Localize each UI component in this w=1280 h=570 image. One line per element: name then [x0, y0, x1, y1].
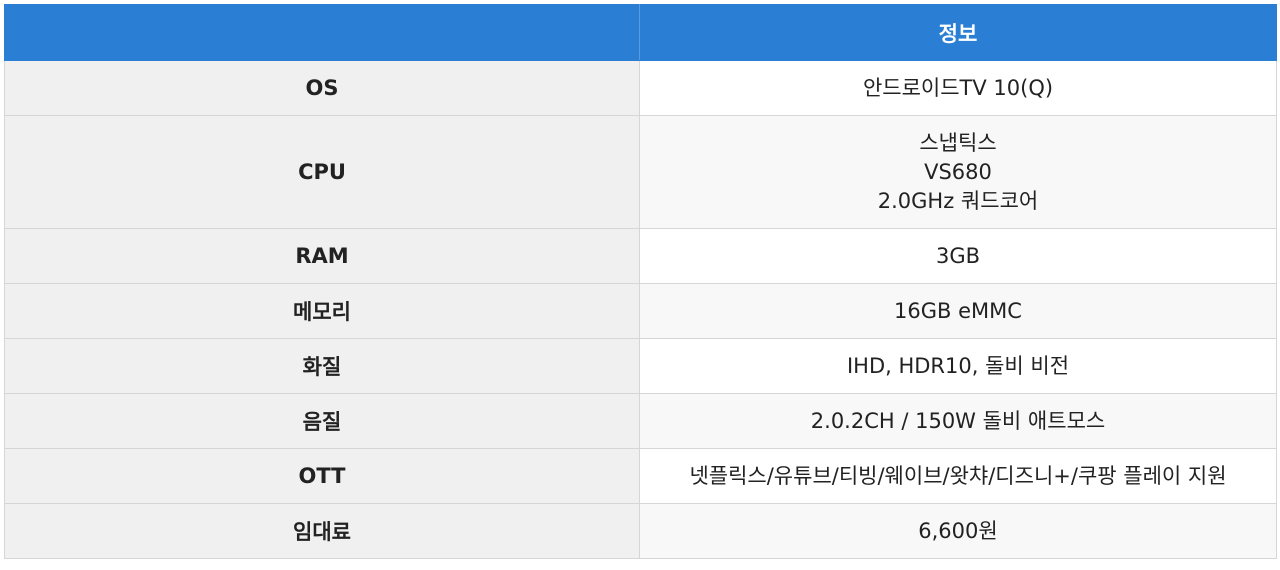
row-value: 스냅틱스 VS680 2.0GHz 쿼드코어 — [639, 115, 1277, 229]
header-cell-blank — [4, 4, 640, 61]
row-label: 음질 — [4, 393, 640, 449]
table-row: RAM 3GB — [4, 228, 1277, 284]
table-row: 임대료 6,600원 — [4, 503, 1277, 559]
row-value-line: 6,600원 — [918, 518, 998, 543]
row-label: 메모리 — [4, 283, 640, 339]
row-value-line: 넷플릭스/유튜브/티빙/웨이브/왓챠/디즈니+/쿠팡 플레이 지원 — [689, 463, 1227, 488]
row-value: 6,600원 — [639, 503, 1277, 559]
row-label: 임대료 — [4, 503, 640, 559]
row-value-line: 2.0.2CH / 150W 돌비 애트모스 — [810, 408, 1106, 433]
row-value: 넷플릭스/유튜브/티빙/웨이브/왓챠/디즈니+/쿠팡 플레이 지원 — [639, 448, 1277, 504]
table-row: CPU 스냅틱스 VS680 2.0GHz 쿼드코어 — [4, 115, 1277, 229]
table-row: OS 안드로이드TV 10(Q) — [4, 60, 1277, 116]
table-row: 화질 IHD, HDR10, 돌비 비전 — [4, 338, 1277, 394]
row-value: 안드로이드TV 10(Q) — [639, 60, 1277, 116]
row-value: 3GB — [639, 228, 1277, 284]
table-header-row: 정보 — [4, 4, 1277, 61]
row-value: 2.0.2CH / 150W 돌비 애트모스 — [639, 393, 1277, 449]
spec-table: 정보 OS 안드로이드TV 10(Q) CPU 스냅틱스 VS680 2.0GH… — [4, 4, 1277, 559]
row-value: 16GB eMMC — [639, 283, 1277, 339]
table-row: 음질 2.0.2CH / 150W 돌비 애트모스 — [4, 393, 1277, 449]
row-value-line: IHD, HDR10, 돌비 비전 — [846, 353, 1070, 378]
row-label: 화질 — [4, 338, 640, 394]
row-label: OS — [4, 60, 640, 116]
row-value-line: 스냅틱스 — [919, 130, 997, 155]
row-value-line: VS680 — [924, 159, 992, 184]
table-row: 메모리 16GB eMMC — [4, 283, 1277, 339]
row-value: IHD, HDR10, 돌비 비전 — [639, 338, 1277, 394]
row-value-line: 16GB eMMC — [894, 298, 1022, 323]
spec-table-container: 정보 OS 안드로이드TV 10(Q) CPU 스냅틱스 VS680 2.0GH… — [4, 4, 1277, 559]
table-row: OTT 넷플릭스/유튜브/티빙/웨이브/왓챠/디즈니+/쿠팡 플레이 지원 — [4, 448, 1277, 504]
row-label: CPU — [4, 115, 640, 229]
header-cell-info: 정보 — [639, 4, 1277, 61]
row-value-line: 2.0GHz 쿼드코어 — [877, 188, 1039, 213]
row-label: RAM — [4, 228, 640, 284]
row-value-line: 3GB — [935, 243, 981, 268]
row-value-line: 안드로이드TV 10(Q) — [862, 75, 1054, 100]
row-label: OTT — [4, 448, 640, 504]
